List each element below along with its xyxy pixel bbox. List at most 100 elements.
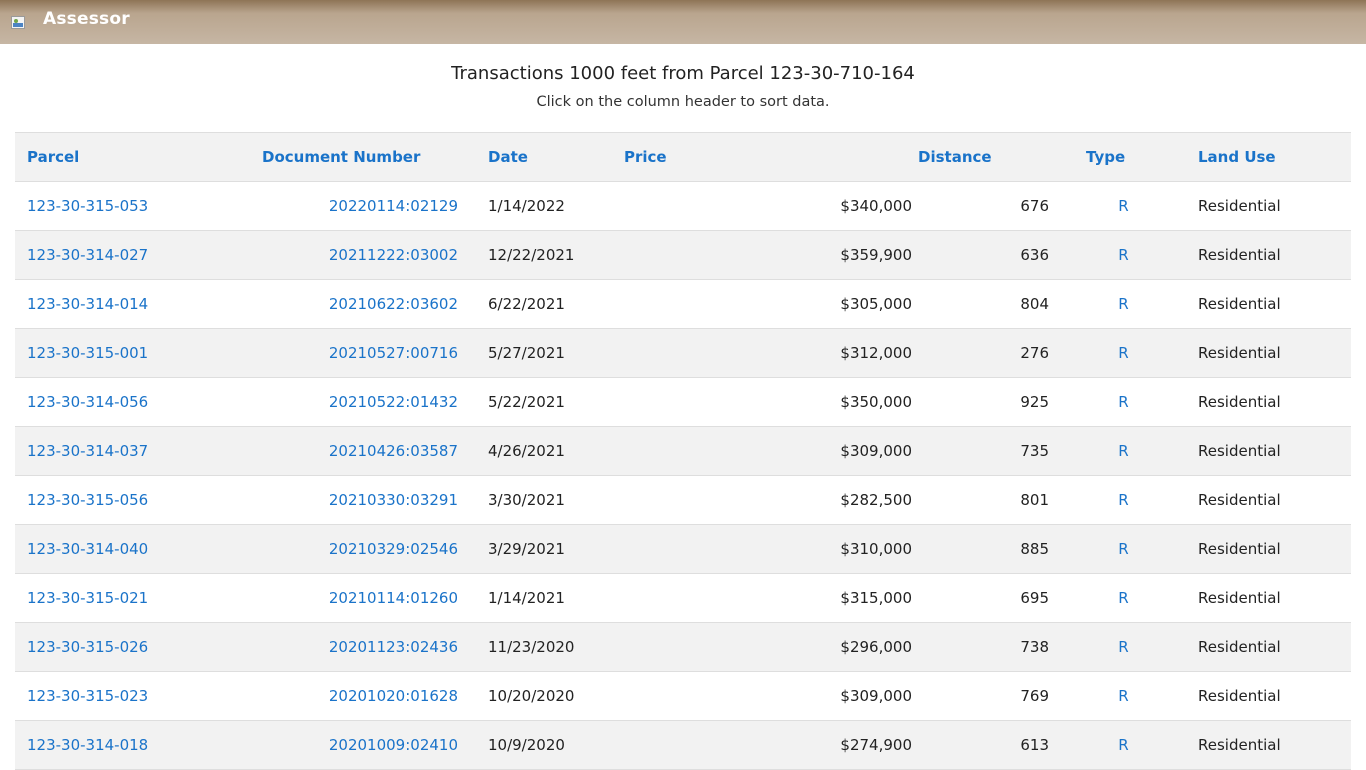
- document-number-link[interactable]: 20210622:03602: [262, 280, 476, 329]
- column-header-parcel[interactable]: Parcel: [15, 133, 262, 182]
- parcel-link[interactable]: 123-30-315-021: [15, 574, 262, 623]
- parcel-link[interactable]: 123-30-314-056: [15, 378, 262, 427]
- price-cell: $310,000: [840, 540, 912, 558]
- date-cell: 12/22/2021: [488, 246, 575, 264]
- distance-cell: 925: [1020, 393, 1049, 411]
- type-link[interactable]: R: [1061, 623, 1186, 672]
- land-use-cell: Residential: [1198, 491, 1281, 509]
- type-link[interactable]: R: [1061, 574, 1186, 623]
- document-number-link[interactable]: 20210426:03587: [262, 427, 476, 476]
- parcel-link[interactable]: 123-30-315-056: [15, 476, 262, 525]
- price-cell: $274,900: [840, 736, 912, 754]
- parcel-link[interactable]: 123-30-315-001: [15, 329, 262, 378]
- table-row: 123-30-315-023 20201020:01628 10/20/2020 $3…: [15, 672, 1351, 721]
- column-header-date[interactable]: Date: [476, 133, 624, 182]
- table-header-row: Parcel Document Number Date Price Distan…: [15, 132, 1351, 182]
- distance-cell: 695: [1020, 589, 1049, 607]
- date-cell: 10/20/2020: [488, 687, 575, 705]
- type-link[interactable]: R: [1061, 182, 1186, 231]
- column-header-document-number[interactable]: Document Number: [262, 133, 476, 182]
- date-cell: 1/14/2022: [488, 197, 565, 215]
- distance-cell: 804: [1020, 295, 1049, 313]
- type-link[interactable]: R: [1061, 525, 1186, 574]
- date-cell: 5/27/2021: [488, 344, 565, 362]
- table-row: 123-30-314-014 20210622:03602 6/22/2021 $30…: [15, 280, 1351, 329]
- table-row: 123-30-314-018 20201009:02410 10/9/2020 $27…: [15, 720, 1351, 770]
- document-number-link[interactable]: 20210522:01432: [262, 378, 476, 427]
- date-cell: 4/26/2021: [488, 442, 565, 460]
- price-cell: $305,000: [840, 295, 912, 313]
- table-row: 123-30-315-021 20210114:01260 1/14/2021 $31…: [15, 574, 1351, 623]
- page-title: Transactions 1000 feet from Parcel 123-3…: [451, 63, 915, 84]
- distance-cell: 885: [1020, 540, 1049, 558]
- table-body: 123-30-315-053 20220114:02129 1/14/2022 $34…: [15, 182, 1351, 770]
- price-cell: $282,500: [840, 491, 912, 509]
- land-use-cell: Residential: [1198, 540, 1281, 558]
- page-subtitle: Click on the column header to sort data.: [536, 94, 830, 110]
- document-number-link[interactable]: 20201123:02436: [262, 623, 476, 672]
- type-link[interactable]: R: [1061, 672, 1186, 721]
- document-number-link[interactable]: 20210527:00716: [262, 329, 476, 378]
- table-row: 123-30-315-056 20210330:03291 3/30/2021 $28…: [15, 476, 1351, 525]
- distance-cell: 738: [1020, 638, 1049, 656]
- parcel-link[interactable]: 123-30-314-037: [15, 427, 262, 476]
- parcel-link[interactable]: 123-30-314-018: [15, 721, 262, 770]
- date-cell: 10/9/2020: [488, 736, 565, 754]
- price-cell: $340,000: [840, 197, 912, 215]
- type-link[interactable]: R: [1061, 231, 1186, 280]
- document-number-link[interactable]: 20210329:02546: [262, 525, 476, 574]
- price-cell: $296,000: [840, 638, 912, 656]
- type-link[interactable]: R: [1061, 476, 1186, 525]
- logo-image-icon[interactable]: [11, 16, 25, 29]
- date-cell: 6/22/2021: [488, 295, 565, 313]
- distance-cell: 636: [1020, 246, 1049, 264]
- table-row: 123-30-314-027 20211222:03002 12/22/2021 $3…: [15, 230, 1351, 280]
- top-bar: Assessor: [0, 0, 1366, 44]
- distance-cell: 801: [1020, 491, 1049, 509]
- land-use-cell: Residential: [1198, 246, 1281, 264]
- document-number-link[interactable]: 20201009:02410: [262, 721, 476, 770]
- price-cell: $309,000: [840, 442, 912, 460]
- parcel-link[interactable]: 123-30-315-023: [15, 672, 262, 721]
- land-use-cell: Residential: [1198, 687, 1281, 705]
- parcel-link[interactable]: 123-30-314-040: [15, 525, 262, 574]
- distance-cell: 276: [1020, 344, 1049, 362]
- table-row: 123-30-315-026 20201123:02436 11/23/2020 $2…: [15, 622, 1351, 672]
- column-header-price[interactable]: Price: [624, 133, 918, 182]
- parcel-link[interactable]: 123-30-315-053: [15, 182, 262, 231]
- land-use-cell: Residential: [1198, 344, 1281, 362]
- transactions-table: Parcel Document Number Date Price Distan…: [15, 132, 1351, 770]
- type-link[interactable]: R: [1061, 721, 1186, 770]
- document-number-link[interactable]: 20220114:02129: [262, 182, 476, 231]
- type-link[interactable]: R: [1061, 280, 1186, 329]
- land-use-cell: Residential: [1198, 197, 1281, 215]
- price-cell: $350,000: [840, 393, 912, 411]
- type-link[interactable]: R: [1061, 427, 1186, 476]
- type-link[interactable]: R: [1061, 329, 1186, 378]
- land-use-cell: Residential: [1198, 442, 1281, 460]
- parcel-link[interactable]: 123-30-315-026: [15, 623, 262, 672]
- table-row: 123-30-314-037 20210426:03587 4/26/2021 $30…: [15, 426, 1351, 476]
- parcel-link[interactable]: 123-30-314-014: [15, 280, 262, 329]
- date-cell: 1/14/2021: [488, 589, 565, 607]
- date-cell: 11/23/2020: [488, 638, 575, 656]
- brand-title[interactable]: Assessor: [43, 9, 130, 29]
- date-cell: 3/30/2021: [488, 491, 565, 509]
- parcel-link[interactable]: 123-30-314-027: [15, 231, 262, 280]
- date-cell: 3/29/2021: [488, 540, 565, 558]
- document-number-link[interactable]: 20211222:03002: [262, 231, 476, 280]
- type-link[interactable]: R: [1061, 378, 1186, 427]
- distance-cell: 676: [1020, 197, 1049, 215]
- column-header-distance[interactable]: Distance: [918, 133, 1061, 182]
- document-number-link[interactable]: 20210330:03291: [262, 476, 476, 525]
- table-row: 123-30-315-001 20210527:00716 5/27/2021 $31…: [15, 328, 1351, 378]
- distance-cell: 769: [1020, 687, 1049, 705]
- land-use-cell: Residential: [1198, 736, 1281, 754]
- price-cell: $315,000: [840, 589, 912, 607]
- price-cell: $359,900: [840, 246, 912, 264]
- column-header-land-use[interactable]: Land Use: [1186, 133, 1351, 182]
- distance-cell: 613: [1020, 736, 1049, 754]
- document-number-link[interactable]: 20210114:01260: [262, 574, 476, 623]
- column-header-type[interactable]: Type: [1061, 133, 1186, 182]
- document-number-link[interactable]: 20201020:01628: [262, 672, 476, 721]
